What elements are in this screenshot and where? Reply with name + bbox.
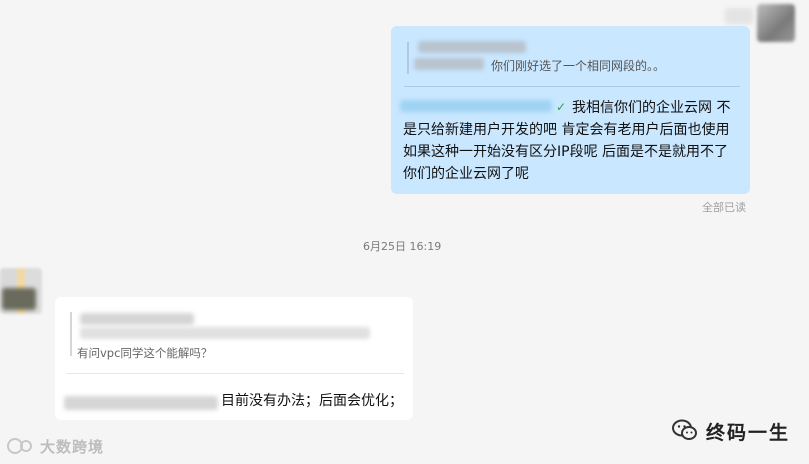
avatar-blur (725, 8, 753, 24)
message-line: 我相信你们的企业云网 不 (572, 100, 731, 116)
redacted-text (80, 327, 370, 339)
quote-bar (407, 42, 409, 74)
message-line: 如果这种一开始没有区分IP段呢 后面是不是就用不了 (403, 144, 729, 160)
avatar-self[interactable] (757, 4, 795, 42)
wechat-logo-icon (672, 419, 697, 440)
message-line: 是只给新建用户开发的吧 肯定会有老用户后面也使用 (403, 122, 730, 138)
redacted-text (414, 58, 484, 70)
watermark-right: 终码一生 (706, 422, 791, 444)
quoted-message-text: 你们刚好选了一个相同网段的。。 (491, 59, 666, 73)
message-timestamp: 6月25日 16:19 (363, 240, 442, 253)
redacted-mention (64, 396, 218, 410)
check-icon: ✓ (556, 100, 567, 114)
redacted-mention (400, 100, 552, 112)
message-line: 你们的企业云网了呢 (403, 166, 529, 182)
read-status[interactable]: 全部已读 (702, 199, 746, 215)
quote-bar (70, 312, 72, 356)
brand-logo-icon (7, 438, 32, 454)
redacted-sender-name (80, 313, 194, 325)
redacted-sender-name (418, 41, 526, 53)
avatar-blur (2, 288, 36, 310)
quote-divider (404, 86, 740, 87)
quote-divider (67, 373, 404, 374)
message-text: 目前没有办法；后面会优化； (221, 393, 403, 409)
quoted-message-text: 有问vpc同学这个能解吗？ (77, 346, 213, 360)
watermark-left: 大数跨境 (40, 438, 105, 456)
